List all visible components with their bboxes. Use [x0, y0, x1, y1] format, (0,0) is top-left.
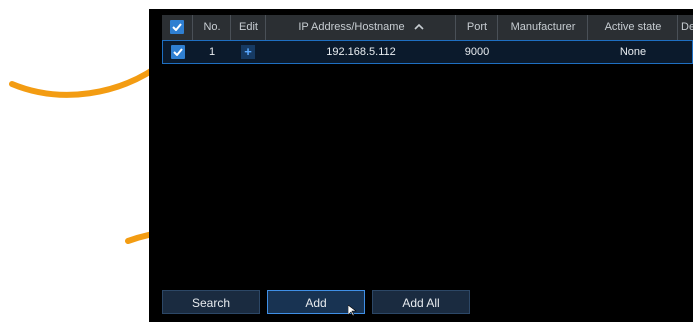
select-all-cell[interactable] [162, 15, 192, 40]
row-port: 9000 [464, 46, 490, 58]
add-button[interactable]: Add [267, 290, 365, 317]
mouse-cursor-icon [347, 301, 357, 322]
column-no[interactable]: No. [192, 15, 231, 40]
add-button-label: Add [305, 296, 327, 310]
row-no: 1 [208, 46, 216, 58]
add-all-button[interactable]: Add All [372, 290, 470, 314]
row-ip-address: 192.168.5.112 [326, 46, 396, 58]
column-manufacturer[interactable]: Manufacturer [497, 15, 588, 40]
column-ip-address[interactable]: IP Address/Hostname [265, 15, 456, 40]
row-checkbox[interactable] [171, 45, 185, 59]
column-port[interactable]: Port [455, 15, 498, 40]
column-edit[interactable]: Edit [230, 15, 266, 40]
column-ip-label: IP Address/Hostname [298, 21, 405, 33]
search-button[interactable]: Search [162, 290, 260, 314]
row-active-state: None [619, 46, 647, 58]
column-active-state[interactable]: Active state [587, 15, 678, 40]
column-device[interactable]: De [677, 15, 693, 40]
select-all-checkbox[interactable] [170, 20, 184, 34]
plus-icon[interactable]: + [241, 45, 255, 59]
table-row[interactable]: 1 + 192.168.5.112 9000 None [162, 40, 693, 64]
table-header: No. Edit IP Address/Hostname Port Manufa… [162, 15, 693, 40]
device-search-panel: No. Edit IP Address/Hostname Port Manufa… [149, 9, 693, 322]
row-manufacturer [498, 41, 588, 63]
chevron-up-icon [408, 21, 424, 33]
